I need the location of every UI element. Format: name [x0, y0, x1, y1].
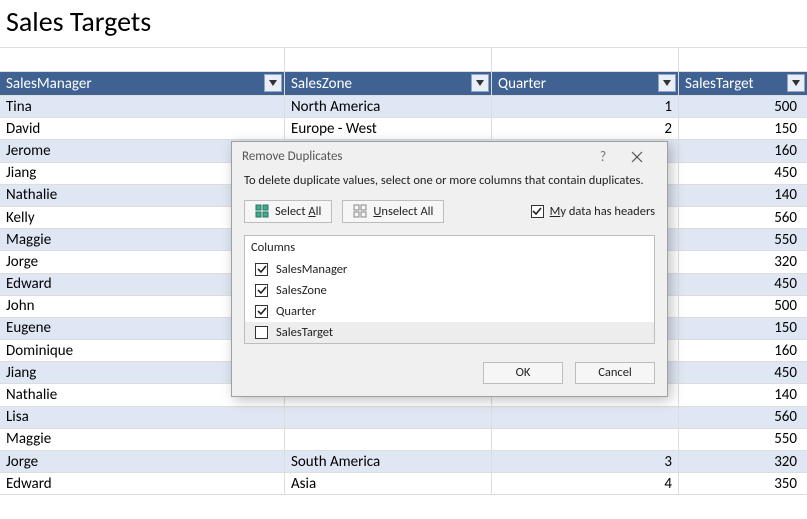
cell-tgt[interactable]: 550	[679, 229, 807, 250]
cell-mgr[interactable]: Lisa	[0, 407, 285, 428]
table-row[interactable]: EdwardAsia4350	[0, 473, 807, 495]
help-icon[interactable]: ?	[589, 148, 617, 165]
cell-zone[interactable]: Europe - West	[285, 118, 492, 139]
filter-dropdown-icon[interactable]	[658, 74, 676, 92]
close-icon[interactable]	[617, 151, 657, 163]
column-item[interactable]: Quarter	[245, 301, 654, 322]
cell-tgt[interactable]: 150	[679, 118, 807, 139]
cell-tgt[interactable]: 140	[679, 185, 807, 206]
cell-tgt[interactable]: 150	[679, 318, 807, 339]
cell-tgt[interactable]: 500	[679, 296, 807, 317]
ok-button[interactable]: OK	[483, 362, 563, 384]
cell-tgt[interactable]: 450	[679, 362, 807, 383]
cell-tgt[interactable]: 560	[679, 207, 807, 228]
checkbox-icon	[255, 326, 268, 339]
filter-dropdown-icon[interactable]	[264, 74, 282, 92]
cell-tgt[interactable]: 560	[679, 407, 807, 428]
cell-qtr[interactable]: 2	[492, 118, 679, 139]
checkbox-icon	[255, 263, 268, 276]
unselect-all-button[interactable]: Unselect All	[342, 200, 444, 223]
cell-tgt[interactable]: 320	[679, 451, 807, 472]
cell-zone[interactable]: Asia	[285, 473, 492, 494]
unselect-all-label: Unselect All	[373, 204, 433, 219]
table-header-row: SalesManager SalesZone Quarter SalesTarg…	[0, 72, 807, 96]
dialog-title: Remove Duplicates	[242, 149, 589, 164]
my-data-has-headers-checkbox[interactable]: My data has headers	[531, 204, 655, 219]
cell-mgr[interactable]: David	[0, 118, 285, 139]
table-row[interactable]: TinaNorth America1500	[0, 96, 807, 118]
cell-tgt[interactable]: 450	[679, 274, 807, 295]
cell-mgr[interactable]: Maggie	[0, 429, 285, 450]
remove-duplicates-dialog: Remove Duplicates ? To delete duplicate …	[231, 141, 668, 397]
cell-zone[interactable]	[285, 407, 492, 428]
column-item-label: SalesManager	[276, 262, 347, 277]
columns-listbox: Columns SalesManager SalesZone Quarter Sale…	[244, 235, 655, 344]
checkbox-icon	[255, 284, 268, 297]
select-all-button[interactable]: Select All	[244, 200, 332, 223]
cell-mgr[interactable]: Jorge	[0, 451, 285, 472]
cell-zone[interactable]	[285, 429, 492, 450]
col-header-qtr[interactable]: Quarter	[492, 72, 679, 95]
col-header-mgr[interactable]: SalesManager	[0, 72, 285, 95]
cell-qtr[interactable]	[492, 407, 679, 428]
cell-tgt[interactable]: 320	[679, 251, 807, 272]
col-header-label: Quarter	[498, 75, 546, 93]
select-all-label: Select All	[275, 204, 321, 219]
cell-tgt[interactable]: 550	[679, 429, 807, 450]
col-header-tgt[interactable]: SalesTarget	[679, 72, 807, 95]
cell-tgt[interactable]: 450	[679, 163, 807, 184]
page-title: Sales Targets	[0, 0, 807, 48]
cell-qtr[interactable]: 4	[492, 473, 679, 494]
cancel-button[interactable]: Cancel	[575, 362, 655, 384]
cell-qtr[interactable]	[492, 429, 679, 450]
column-item-label: Quarter	[276, 304, 316, 319]
column-item-label: SalesZone	[276, 283, 327, 298]
col-header-label: SalesTarget	[685, 75, 754, 93]
col-header-zone[interactable]: SalesZone	[285, 72, 492, 95]
cell-zone[interactable]: North America	[285, 96, 492, 117]
table-row[interactable]: Maggie 550	[0, 429, 807, 451]
filter-dropdown-icon[interactable]	[787, 74, 805, 92]
dialog-titlebar[interactable]: Remove Duplicates ?	[232, 142, 667, 171]
cell-tgt[interactable]: 140	[679, 384, 807, 405]
column-item[interactable]: SalesZone	[245, 280, 654, 301]
column-item-label: SalesTarget	[276, 325, 333, 340]
filter-dropdown-icon[interactable]	[471, 74, 489, 92]
cell-tgt[interactable]: 160	[679, 340, 807, 361]
col-header-label: SalesManager	[6, 75, 92, 93]
checkbox-icon	[531, 205, 544, 218]
cell-tgt[interactable]: 500	[679, 96, 807, 117]
dialog-message: To delete duplicate values, select one o…	[244, 173, 655, 190]
col-header-label: SalesZone	[291, 75, 352, 93]
cell-qtr[interactable]: 1	[492, 96, 679, 117]
columns-label: Columns	[245, 236, 654, 259]
column-item[interactable]: SalesManager	[245, 259, 654, 280]
my-data-has-headers-label: My data has headers	[550, 204, 655, 219]
cell-mgr[interactable]: Tina	[0, 96, 285, 117]
blank-row	[0, 48, 807, 72]
table-row[interactable]: JorgeSouth America3320	[0, 451, 807, 473]
table-row[interactable]: DavidEurope - West2150	[0, 118, 807, 140]
cell-qtr[interactable]: 3	[492, 451, 679, 472]
column-item[interactable]: SalesTarget	[245, 322, 654, 343]
cell-tgt[interactable]: 160	[679, 140, 807, 161]
cell-tgt[interactable]: 350	[679, 473, 807, 494]
cell-mgr[interactable]: Edward	[0, 473, 285, 494]
table-row[interactable]: Lisa 560	[0, 407, 807, 429]
checkbox-icon	[255, 305, 268, 318]
cell-zone[interactable]: South America	[285, 451, 492, 472]
